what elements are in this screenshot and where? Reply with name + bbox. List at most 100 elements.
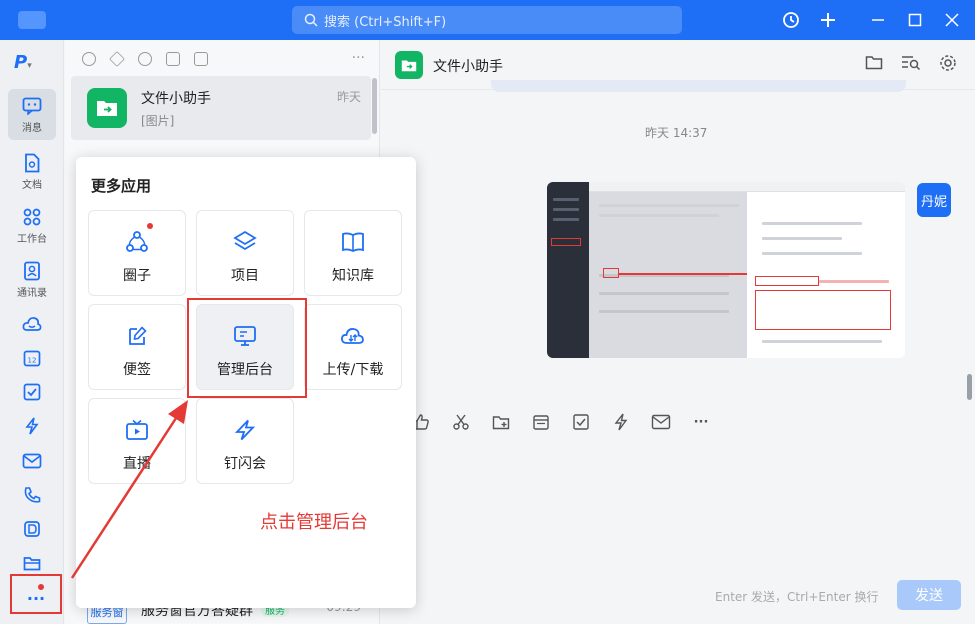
thumb-line bbox=[599, 214, 719, 217]
search-icon bbox=[304, 13, 318, 27]
rail-label: 文档 bbox=[22, 180, 42, 191]
thumb-red-line bbox=[619, 273, 747, 275]
list-scrollbar[interactable] bbox=[372, 78, 377, 134]
mail-icon[interactable] bbox=[651, 412, 671, 432]
previous-message-bubble bbox=[491, 80, 906, 92]
minimize-icon[interactable] bbox=[866, 8, 890, 32]
rail-label: 工作台 bbox=[17, 234, 47, 245]
highlight-box bbox=[187, 298, 307, 398]
title-bar: 搜索 (Ctrl+Shift+F) bbox=[0, 0, 975, 40]
thumb-line bbox=[762, 252, 862, 255]
app-tile-live[interactable]: 直播 bbox=[88, 398, 186, 484]
more-icon[interactable]: ··· bbox=[691, 412, 711, 432]
thumb-red-box bbox=[603, 268, 619, 278]
app-tile-notes[interactable]: 便签 bbox=[88, 304, 186, 390]
rail-item-doc-edit[interactable] bbox=[8, 518, 56, 540]
app-logo bbox=[18, 11, 46, 29]
search-placeholder: 搜索 (Ctrl+Shift+F) bbox=[324, 14, 447, 30]
conversation-time: 昨天 bbox=[336, 90, 361, 104]
file-helper-avatar bbox=[87, 88, 127, 128]
chat-toolbar: ··· bbox=[411, 412, 711, 432]
rail-item-cloud[interactable] bbox=[8, 313, 56, 335]
scissors-icon[interactable] bbox=[451, 412, 471, 432]
add-icon[interactable] bbox=[816, 8, 840, 32]
lightning-icon bbox=[21, 415, 43, 437]
folder-icon[interactable] bbox=[865, 54, 885, 74]
gear-icon[interactable] bbox=[939, 54, 959, 74]
lightning-icon[interactable] bbox=[611, 412, 631, 432]
folder-icon bbox=[21, 552, 43, 574]
input-hint: Enter 发送，Ctrl+Enter 换行 bbox=[715, 590, 879, 604]
conversation-name: 文件小助手 bbox=[141, 91, 211, 107]
clock-icon[interactable] bbox=[138, 52, 152, 66]
image-message[interactable] bbox=[547, 182, 905, 358]
popup-title: 更多应用 bbox=[91, 177, 152, 195]
close-icon[interactable] bbox=[940, 8, 964, 32]
send-button[interactable]: 发送 bbox=[897, 580, 961, 610]
more-apps-button[interactable]: ... bbox=[10, 574, 62, 614]
app-tile-circle[interactable]: 圈子 bbox=[88, 210, 186, 296]
thumb-line bbox=[553, 198, 579, 201]
rail-item-workbench[interactable]: 工作台 bbox=[8, 206, 56, 245]
maximize-icon[interactable] bbox=[903, 8, 927, 32]
conversation-preview: [图片] bbox=[141, 114, 175, 128]
thumb-line bbox=[553, 208, 579, 211]
thumb-line bbox=[599, 204, 739, 207]
note-icon bbox=[124, 323, 150, 349]
rail-label: 消息 bbox=[22, 123, 42, 134]
task-check-icon[interactable] bbox=[571, 412, 591, 432]
flash-meeting-icon bbox=[232, 417, 258, 443]
thumb-line bbox=[599, 310, 729, 313]
calendar-icon[interactable] bbox=[531, 412, 551, 432]
rail-item-folder[interactable] bbox=[8, 552, 56, 574]
app-label: 知识库 bbox=[332, 268, 374, 284]
svg-text:12: 12 bbox=[28, 357, 37, 365]
rail-item-messages[interactable]: 消息 bbox=[8, 89, 56, 140]
rail-item-todo[interactable] bbox=[8, 381, 56, 403]
list-item[interactable]: 文件小助手 [图片] 昨天 bbox=[71, 76, 371, 140]
notification-dot bbox=[147, 223, 153, 229]
project-icon bbox=[232, 229, 258, 255]
profile-logo[interactable]: P▾ bbox=[14, 52, 32, 73]
sender-avatar[interactable]: 丹妮 bbox=[917, 183, 951, 217]
grid-icon bbox=[21, 206, 43, 228]
bookmark-icon[interactable] bbox=[166, 52, 180, 66]
folder-add-icon[interactable] bbox=[491, 412, 511, 432]
app-label: 项目 bbox=[231, 268, 259, 284]
thumb-line bbox=[762, 340, 882, 343]
circle-group-icon bbox=[124, 229, 150, 255]
file-icon[interactable] bbox=[194, 52, 208, 66]
star-icon[interactable] bbox=[109, 51, 125, 67]
app-tile-knowledge-base[interactable]: 知识库 bbox=[304, 210, 402, 296]
rail-item-ding[interactable] bbox=[8, 415, 56, 437]
time-separator: 昨天 14:37 bbox=[645, 126, 708, 140]
chat-scrollbar[interactable] bbox=[967, 374, 972, 400]
thumb-red-box bbox=[755, 276, 819, 286]
app-label: 上传/下载 bbox=[322, 362, 384, 378]
list-more-icon[interactable]: ··· bbox=[352, 50, 365, 66]
rail-item-calendar[interactable]: 12 bbox=[8, 347, 56, 369]
rail-item-docs[interactable]: 文档 bbox=[8, 152, 56, 191]
thumb-red-box bbox=[551, 238, 581, 246]
app-tile-project[interactable]: 项目 bbox=[196, 210, 294, 296]
rail-item-contacts[interactable]: 通讯录 bbox=[8, 260, 56, 299]
history-icon[interactable] bbox=[779, 8, 803, 32]
search-input[interactable]: 搜索 (Ctrl+Shift+F) bbox=[292, 6, 682, 34]
app-tile-flash-meeting[interactable]: 钉闪会 bbox=[196, 398, 294, 484]
rail-label: 通讯录 bbox=[17, 288, 47, 299]
contacts-icon bbox=[21, 260, 43, 282]
cloud-icon bbox=[21, 313, 43, 335]
thumb-line bbox=[599, 292, 729, 295]
rail-item-phone[interactable] bbox=[8, 484, 56, 506]
rail-item-mail[interactable] bbox=[8, 450, 56, 472]
app-tile-upload-download[interactable]: 上传/下载 bbox=[304, 304, 402, 390]
file-helper-avatar bbox=[395, 51, 423, 79]
conversation-filter-bar bbox=[65, 40, 379, 78]
app-label: 便签 bbox=[123, 362, 151, 378]
annotation-text: 点击管理后台 bbox=[260, 512, 368, 533]
app-label: 钉闪会 bbox=[224, 456, 266, 472]
app-label: 直播 bbox=[123, 456, 151, 472]
mention-icon[interactable] bbox=[82, 52, 96, 66]
notification-dot bbox=[38, 584, 44, 590]
search-history-icon[interactable] bbox=[901, 54, 921, 74]
